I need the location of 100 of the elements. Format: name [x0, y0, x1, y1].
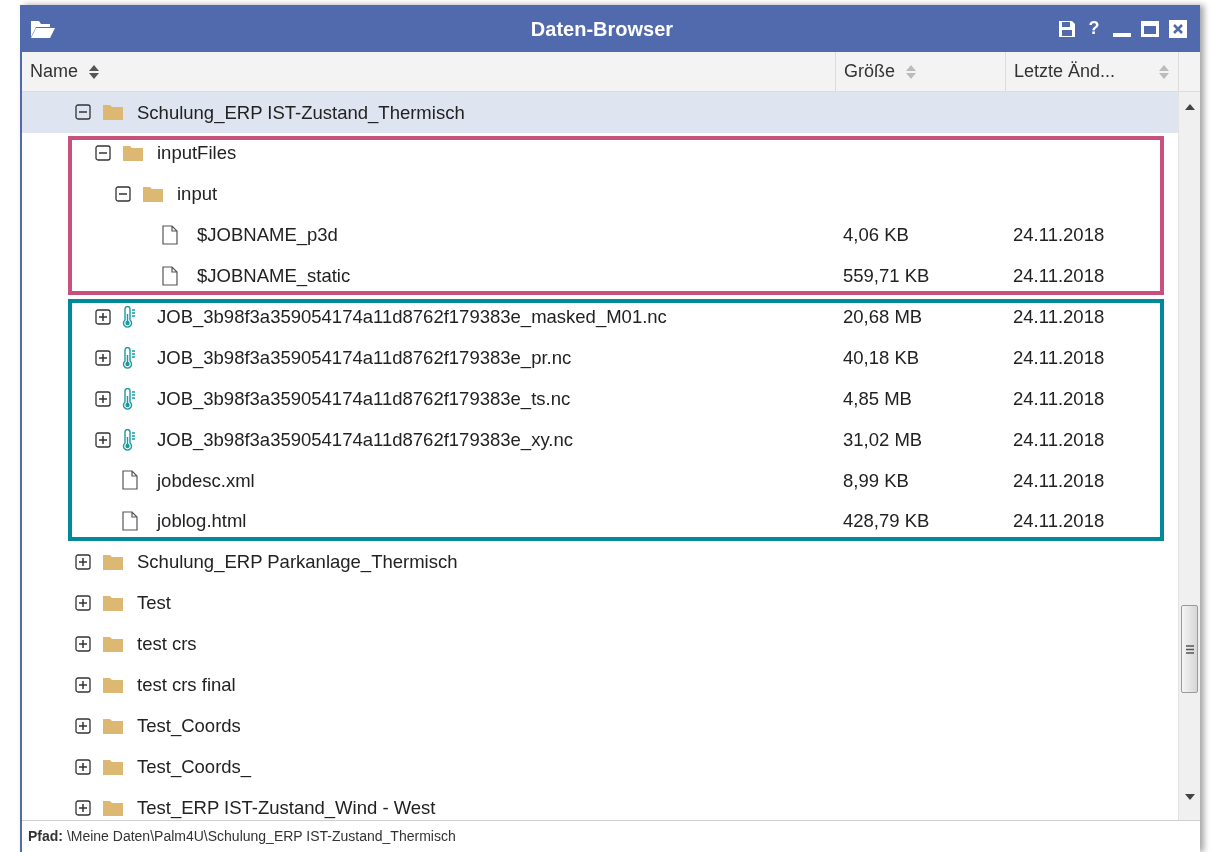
folder-row[interactable]: test crs final — [22, 664, 1178, 706]
modified-date: 24.11.2018 — [1013, 306, 1105, 327]
modified-date: 24.11.2018 — [1013, 265, 1105, 287]
expand-icon[interactable] — [75, 554, 91, 571]
collapse-icon[interactable] — [95, 145, 111, 162]
close-icon[interactable] — [1168, 18, 1188, 39]
modified-date: 24.11.2018 — [1013, 224, 1105, 246]
file-icon — [122, 470, 138, 491]
file-row[interactable]: JOB_3b98f3a359054174a11d8762f179383e_ts.nc 4,85 MB 24.11.2018 — [22, 378, 1178, 420]
file-size: 20,68 MB — [843, 306, 923, 327]
item-name: $JOBNAME_static — [197, 264, 351, 289]
file-row[interactable]: $JOBNAME_static 559,71 KB 24.11.2018 — [22, 255, 1178, 297]
item-name: $JOBNAME_p3d — [197, 223, 338, 248]
item-name: test crs final — [137, 673, 236, 698]
expand-icon[interactable] — [75, 676, 91, 693]
expand-icon[interactable] — [75, 717, 91, 734]
expand-icon[interactable] — [75, 799, 91, 816]
file-row[interactable]: $JOBNAME_p3d 4,06 KB 24.11.2018 — [22, 214, 1178, 256]
file-size: 40,18 KB — [843, 346, 920, 368]
save-icon[interactable] — [1058, 19, 1076, 38]
scroll-down-icon[interactable] — [1185, 794, 1195, 800]
folder-icon — [30, 18, 56, 39]
expand-icon[interactable] — [95, 390, 111, 407]
item-name: Test_Coords — [137, 713, 241, 739]
sort-icon[interactable] — [88, 63, 100, 80]
thermometer-icon — [122, 346, 136, 369]
folder-icon — [102, 103, 124, 122]
modified-date: 24.11.2018 — [1013, 428, 1105, 450]
folder-row[interactable]: test crs — [22, 623, 1178, 665]
folder-icon — [102, 675, 124, 694]
scrollbar-thumb[interactable] — [1181, 605, 1198, 693]
folder-row[interactable]: Test_Coords_ — [22, 746, 1178, 788]
modified-date: 24.11.2018 — [1013, 510, 1105, 532]
file-row[interactable]: JOB_3b98f3a359054174a11d8762f179383e_masked_M01.nc 20,68 MB 24.11.2018 — [22, 296, 1178, 338]
scrollbar[interactable] — [1178, 92, 1200, 820]
window-title: Daten-Browser — [529, 16, 675, 42]
item-name: JOB_3b98f3a359054174a11d8762f179383e_ts.nc — [157, 386, 571, 412]
item-name: JOB_3b98f3a359054174a11d8762f179383e_xy.nc — [157, 427, 573, 453]
expand-icon[interactable] — [95, 431, 111, 448]
folder-row[interactable]: Test — [22, 582, 1178, 624]
file-row[interactable]: jobdesc.xml 8,99 KB 24.11.2018 — [22, 460, 1178, 501]
collapse-icon[interactable] — [115, 186, 131, 203]
file-row[interactable]: JOB_3b98f3a359054174a11d8762f179383e_xy.nc 31,02 MB 24.11.2018 — [22, 419, 1178, 460]
expand-icon[interactable] — [75, 636, 91, 652]
column-header[interactable]: Name — [22, 52, 835, 91]
thermometer-icon — [122, 428, 136, 451]
folder-icon — [142, 185, 164, 204]
expand-icon[interactable] — [95, 308, 111, 325]
item-name: JOB_3b98f3a359054174a11d8762f179383e_pr.nc — [157, 345, 572, 371]
file-row[interactable]: joblog.html 428,79 KB 24.11.2018 — [22, 500, 1178, 542]
folder-icon — [102, 757, 124, 776]
file-icon — [122, 511, 138, 532]
item-name: test crs — [137, 632, 197, 657]
column-header[interactable]: Letzte Änd... — [1005, 52, 1178, 91]
help-button[interactable]: ? — [1084, 15, 1104, 42]
file-size: 4,85 MB — [843, 387, 912, 409]
folder-row[interactable]: Schulung_ERP IST-Zustand_Thermisch — [22, 92, 1178, 133]
expand-icon[interactable] — [75, 595, 91, 612]
folder-icon — [102, 635, 124, 653]
item-name: Test — [137, 591, 171, 616]
collapse-icon[interactable] — [75, 104, 91, 121]
file-icon — [162, 266, 178, 286]
file-size: 31,02 MB — [843, 428, 923, 450]
item-name: JOB_3b98f3a359054174a11d8762f179383e_masked_M01.nc — [157, 305, 667, 330]
file-row[interactable]: JOB_3b98f3a359054174a11d8762f179383e_pr.nc 40,18 KB 24.11.2018 — [22, 337, 1178, 379]
expand-icon[interactable] — [75, 758, 91, 775]
maximize-icon[interactable] — [1140, 18, 1160, 39]
scroll-up-icon[interactable] — [1185, 104, 1195, 110]
thermometer-icon — [122, 387, 136, 410]
folder-row[interactable]: Test_Coords — [22, 705, 1178, 747]
item-name: Test_ERP IST-Zustand_Wind - West — [137, 795, 436, 820]
folder-icon — [102, 594, 124, 613]
folder-icon — [122, 144, 144, 163]
item-name: input — [177, 182, 218, 207]
grip-icon — [1185, 644, 1194, 654]
item-name: joblog.html — [157, 509, 247, 534]
folder-row[interactable]: inputFiles — [22, 132, 1178, 174]
modified-date: 24.11.2018 — [1013, 346, 1105, 368]
column-header[interactable]: Größe — [835, 52, 1005, 91]
folder-row[interactable]: Schulung_ERP Parkanlage_Thermisch — [22, 541, 1178, 583]
folder-row[interactable]: input — [22, 173, 1178, 215]
path-text: Pfad: \Meine Daten\Palm4U\Schulung_ERP IST-Zustand_Thermisch — [28, 827, 456, 846]
file-size: 428,79 KB — [843, 510, 930, 532]
modified-date: 24.11.2018 — [1013, 387, 1105, 409]
modified-date: 24.11.2018 — [1013, 469, 1105, 491]
folder-row[interactable]: Test_ERP IST-Zustand_Wind - West — [22, 787, 1178, 820]
file-size: 8,99 KB — [843, 469, 909, 491]
file-size: 4,06 KB — [843, 224, 909, 246]
thermometer-icon — [122, 305, 136, 328]
item-name: Schulung_ERP IST-Zustand_Thermisch — [137, 100, 465, 126]
folder-icon — [102, 798, 124, 817]
item-name: inputFiles — [157, 141, 237, 166]
folder-icon — [102, 716, 124, 735]
item-name: Test_Coords_ — [137, 754, 252, 780]
file-icon — [162, 225, 178, 246]
expand-icon[interactable] — [95, 349, 111, 366]
item-name: jobdesc.xml — [157, 468, 255, 493]
item-name: Schulung_ERP Parkanlage_Thermisch — [137, 550, 458, 575]
file-size: 559,71 KB — [843, 265, 930, 287]
folder-icon — [102, 553, 124, 572]
